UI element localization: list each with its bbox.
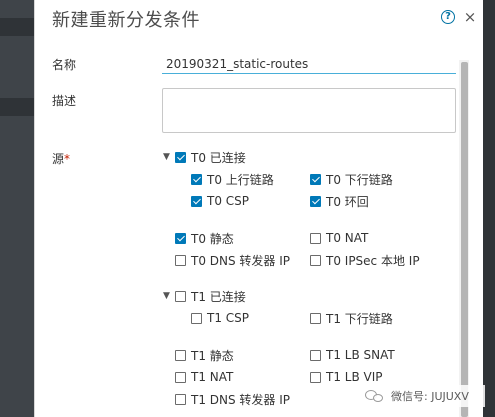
t1-dns-checkbox[interactable] — [175, 393, 186, 405]
t0-dns-row[interactable]: T0 DNS 转发器 IP — [175, 252, 290, 268]
source-label-text: 源 — [52, 152, 65, 166]
watermark: 微信号: JUJUXV — [365, 385, 485, 407]
t1-nat-label: T1 NAT — [191, 370, 234, 384]
t1-csp-checkbox[interactable] — [191, 312, 202, 324]
t0-downlink-label: T0 下行链路 — [326, 172, 393, 187]
t0-loopback-row[interactable]: T0 环回 — [310, 193, 369, 209]
t1-connected-row[interactable]: ▼ T1 已连接 — [163, 288, 246, 304]
t0-uplink-row[interactable]: T0 上行链路 — [191, 171, 274, 187]
required-marker: * — [64, 152, 71, 166]
t1-lb-vip-label: T1 LB VIP — [326, 370, 383, 384]
t1-csp-label: T1 CSP — [207, 311, 250, 325]
t0-ipsec-label: T0 IPSec 本地 IP — [326, 253, 420, 268]
t0-connected-row[interactable]: ▼ T0 已连接 — [163, 149, 246, 165]
t0-nat-row[interactable]: T0 NAT — [310, 230, 368, 246]
description-label: 描述 — [52, 94, 77, 108]
t1-lb-snat-row[interactable]: T1 LB SNAT — [310, 347, 395, 363]
t0-static-row[interactable]: T0 静态 — [175, 230, 234, 246]
t0-loopback-label: T0 环回 — [326, 194, 369, 209]
modal-title: 新建重新分发条件 — [52, 10, 200, 31]
name-label: 名称 — [52, 58, 77, 72]
t1-static-row[interactable]: T1 静态 — [175, 347, 234, 363]
source-label: 源* — [52, 150, 70, 167]
t1-lb-snat-label: T1 LB SNAT — [326, 348, 395, 362]
t0-ipsec-checkbox[interactable] — [310, 254, 321, 266]
chevron-down-icon[interactable]: ▼ — [163, 152, 171, 162]
wechat-icon — [365, 388, 385, 404]
t1-downlink-checkbox[interactable] — [310, 312, 321, 324]
t0-uplink-checkbox[interactable] — [191, 173, 202, 185]
t1-csp-row[interactable]: T1 CSP — [191, 310, 249, 326]
t1-static-checkbox[interactable] — [175, 349, 186, 361]
t1-static-label: T1 静态 — [191, 348, 234, 363]
t0-connected-checkbox[interactable] — [175, 151, 186, 163]
modal-dialog: 新建重新分发条件 ? × 名称 描述 源* ▼ T0 已连接 T0 上行链路 T… — [34, 0, 483, 417]
t0-nat-label: T0 NAT — [326, 231, 369, 245]
t0-csp-label: T0 CSP — [207, 194, 250, 208]
t0-uplink-label: T0 上行链路 — [207, 172, 274, 187]
t1-lb-vip-row[interactable]: T1 LB VIP — [310, 369, 383, 385]
t0-downlink-row[interactable]: T0 下行链路 — [310, 171, 393, 187]
t1-dns-label: T1 DNS 转发器 IP — [191, 392, 291, 407]
background-panel — [0, 0, 34, 417]
t1-lb-vip-checkbox[interactable] — [310, 371, 321, 383]
t0-downlink-checkbox[interactable] — [310, 173, 321, 185]
watermark-text: 微信号: JUJUXV — [391, 390, 469, 403]
t1-dns-row[interactable]: T1 DNS 转发器 IP — [175, 391, 290, 407]
t1-connected-checkbox[interactable] — [175, 290, 186, 302]
t0-csp-checkbox[interactable] — [191, 195, 202, 207]
t0-dns-checkbox[interactable] — [175, 254, 186, 266]
t1-lb-snat-checkbox[interactable] — [310, 349, 321, 361]
close-icon[interactable]: × — [463, 10, 477, 25]
t0-connected-label: T0 已连接 — [191, 150, 246, 165]
background-panel-right — [483, 0, 495, 417]
t0-static-label: T0 静态 — [191, 231, 234, 246]
background-band — [0, 98, 34, 116]
t1-connected-label: T1 已连接 — [191, 289, 246, 304]
t0-dns-label: T0 DNS 转发器 IP — [191, 253, 291, 268]
description-textarea[interactable] — [162, 88, 456, 133]
background-band — [0, 18, 34, 36]
scrollbar-thumb[interactable] — [461, 62, 468, 417]
t1-downlink-label: T1 下行链路 — [326, 311, 393, 326]
t1-nat-checkbox[interactable] — [175, 371, 186, 383]
t1-downlink-row[interactable]: T1 下行链路 — [310, 310, 393, 326]
t0-nat-checkbox[interactable] — [310, 232, 321, 244]
t0-loopback-checkbox[interactable] — [310, 195, 321, 207]
t1-nat-row[interactable]: T1 NAT — [175, 369, 233, 385]
t0-csp-row[interactable]: T0 CSP — [191, 193, 249, 209]
t0-ipsec-row[interactable]: T0 IPSec 本地 IP — [310, 252, 420, 268]
name-input[interactable] — [162, 52, 456, 74]
help-icon[interactable]: ? — [441, 10, 455, 24]
chevron-down-icon[interactable]: ▼ — [163, 291, 171, 301]
t0-static-checkbox[interactable] — [175, 232, 186, 244]
